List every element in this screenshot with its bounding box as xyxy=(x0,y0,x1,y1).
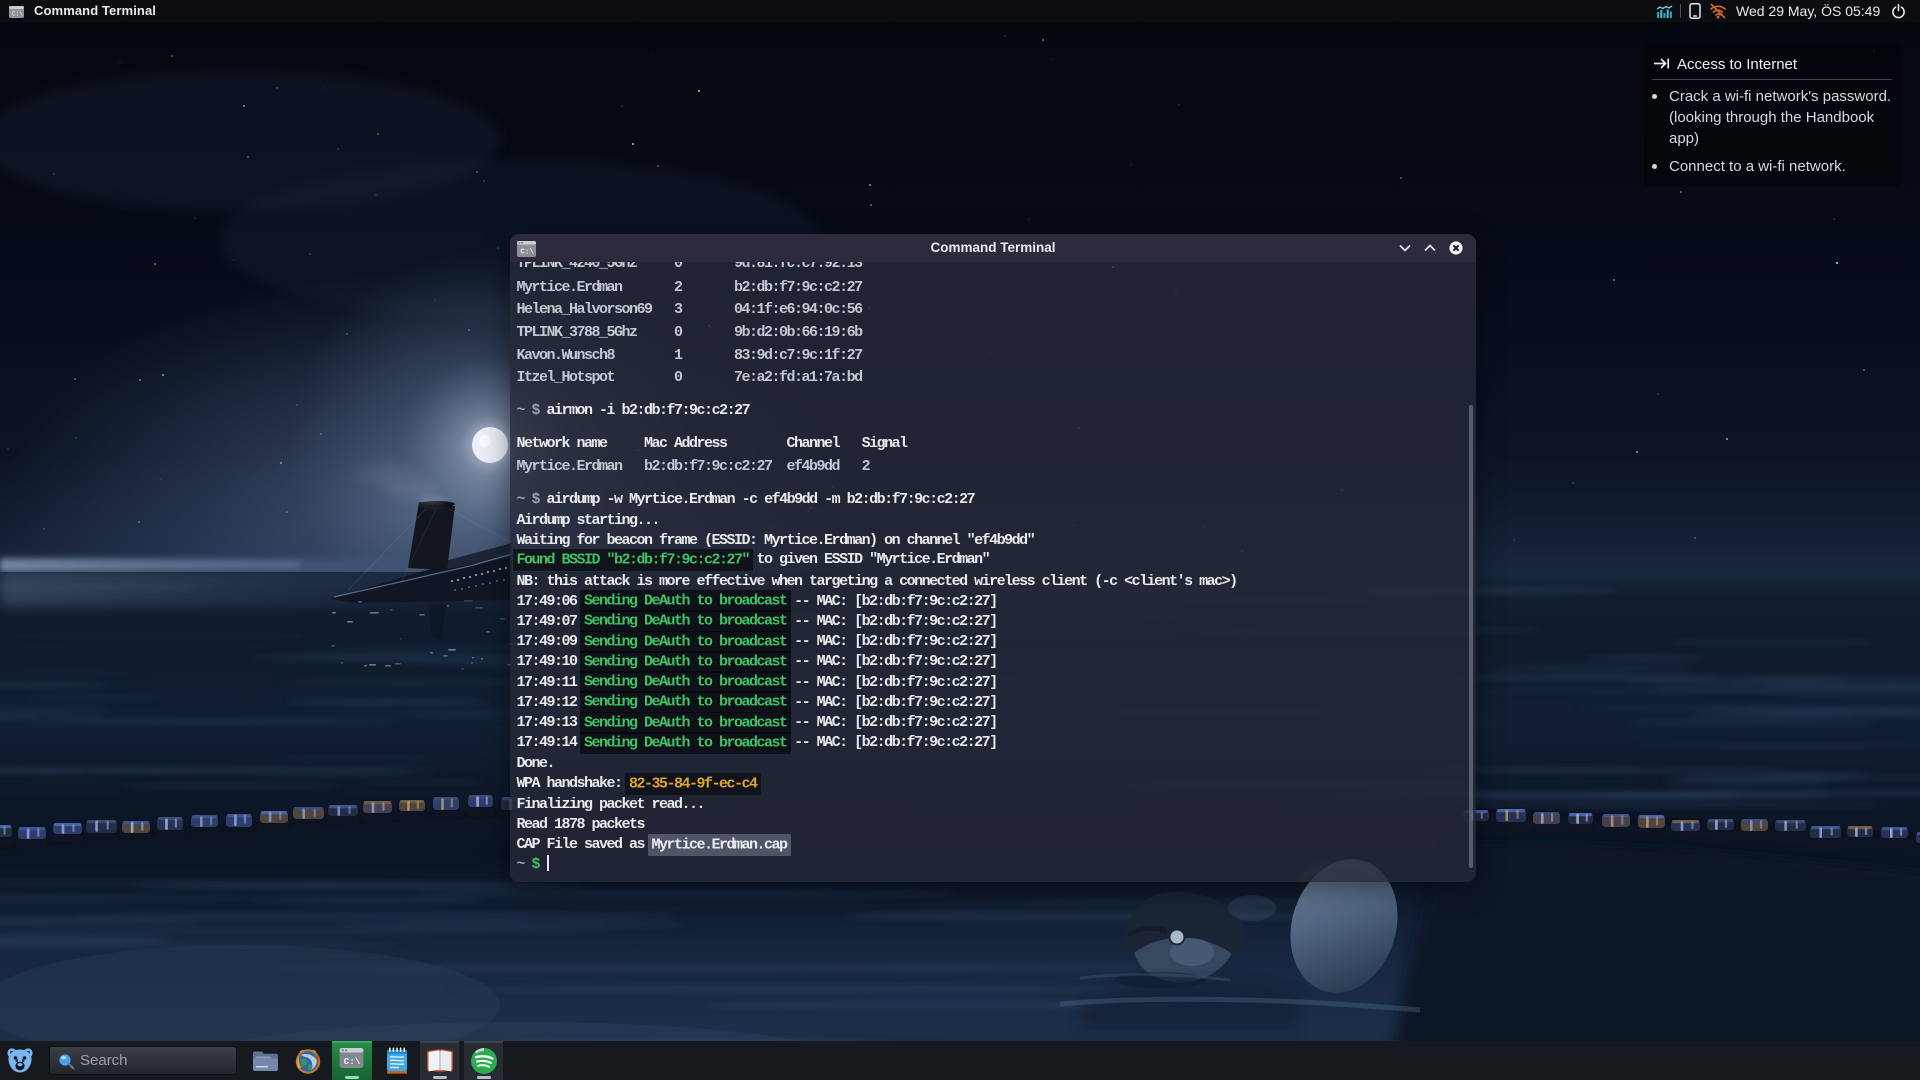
svg-text:C:\: C:\ xyxy=(520,249,534,257)
svg-text:C:\: C:\ xyxy=(344,1056,361,1067)
svg-text:C:\: C:\ xyxy=(12,11,23,18)
